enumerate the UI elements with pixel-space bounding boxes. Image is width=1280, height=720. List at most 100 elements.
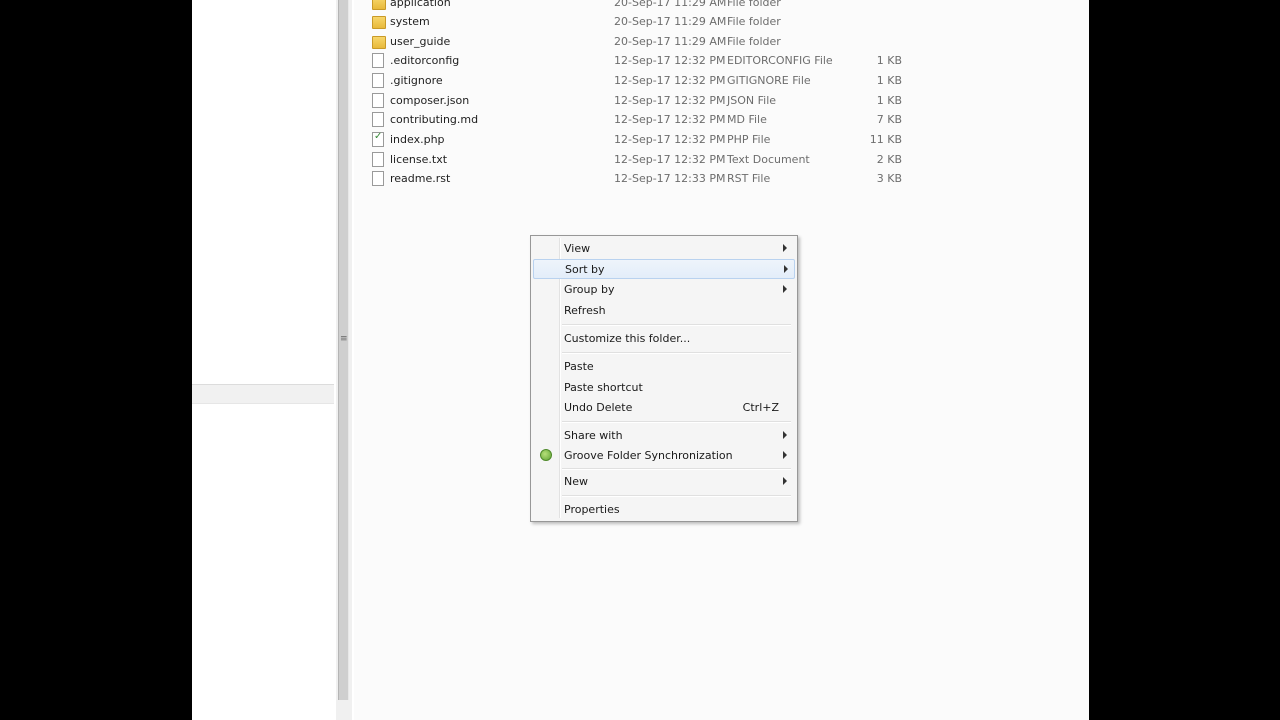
document-icon [372, 112, 384, 127]
file-date: 12-Sep-17 12:33 PM [614, 172, 726, 185]
file-date: 12-Sep-17 12:32 PM [614, 74, 726, 87]
file-name: readme.rst [390, 172, 451, 185]
file-size: 7 KB [876, 113, 902, 126]
file-name: application [390, 0, 451, 9]
file-row[interactable]: application 20-Sep-17 11:29 AM File fold… [354, 0, 1074, 12]
file-size: 1 KB [876, 94, 902, 107]
menu-item-properties[interactable]: Properties [533, 499, 793, 519]
file-date: 20-Sep-17 11:29 AM [614, 0, 727, 9]
file-row[interactable]: composer.json 12-Sep-17 12:32 PM JSON Fi… [354, 91, 1074, 110]
file-name: system [390, 15, 430, 28]
menu-item-label: Sort by [565, 263, 605, 276]
menu-separator [562, 421, 791, 423]
file-row[interactable]: readme.rst 12-Sep-17 12:33 PM RST File 3… [354, 169, 1074, 188]
file-row[interactable]: .gitignore 12-Sep-17 12:32 PM GITIGNORE … [354, 71, 1074, 90]
file-date: 12-Sep-17 12:32 PM [614, 54, 726, 67]
menu-item-view[interactable]: View [533, 238, 793, 258]
file-type: File folder [727, 15, 781, 28]
file-size: 1 KB [876, 54, 902, 67]
menu-item-label: Properties [564, 503, 620, 516]
menu-separator [562, 495, 791, 497]
navigation-pane-divider [192, 384, 334, 404]
file-row[interactable]: index.php 12-Sep-17 12:32 PM PHP File 11… [354, 130, 1074, 149]
submenu-arrow-icon [783, 431, 787, 439]
menu-item-label: New [564, 475, 588, 488]
menu-item-label: Refresh [564, 304, 606, 317]
menu-item-label: Undo Delete [564, 401, 633, 414]
file-row[interactable]: license.txt 12-Sep-17 12:32 PM Text Docu… [354, 150, 1074, 169]
pane-splitter[interactable]: ≡ [336, 0, 352, 720]
file-date: 12-Sep-17 12:32 PM [614, 133, 726, 146]
menu-item-new[interactable]: New [533, 471, 793, 491]
groove-sync-icon [540, 449, 552, 461]
document-icon [372, 53, 384, 68]
submenu-arrow-icon [783, 244, 787, 252]
file-name: index.php [390, 133, 445, 146]
menu-item-customize-folder[interactable]: Customize this folder... [533, 328, 793, 348]
php-file-icon [372, 131, 384, 147]
file-row[interactable]: .editorconfig 12-Sep-17 12:32 PM EDITORC… [354, 51, 1074, 70]
file-name: user_guide [390, 35, 451, 48]
screen: ≡ application 20-Sep-17 11:29 AM File fo… [0, 0, 1280, 720]
menu-item-paste-shortcut[interactable]: Paste shortcut [533, 377, 793, 397]
menu-item-refresh[interactable]: Refresh [533, 300, 793, 320]
file-size: 11 KB [869, 133, 902, 146]
menu-item-share-with[interactable]: Share with [533, 425, 793, 445]
file-name: license.txt [390, 153, 448, 166]
submenu-arrow-icon [783, 451, 787, 459]
menu-item-groove-sync[interactable]: Groove Folder Synchronization [533, 445, 793, 465]
menu-item-sort-by[interactable]: Sort by [533, 259, 795, 279]
file-type: Text Document [727, 153, 810, 166]
file-name: .gitignore [390, 74, 443, 87]
menu-item-label: Paste shortcut [564, 381, 643, 394]
folder-icon [372, 16, 386, 29]
file-row[interactable]: user_guide 20-Sep-17 11:29 AM File folde… [354, 32, 1074, 51]
folder-icon [372, 0, 386, 10]
file-type: GITIGNORE File [727, 74, 811, 87]
file-type: MD File [727, 113, 767, 126]
menu-item-label: Customize this folder... [564, 332, 691, 345]
menu-item-label: Group by [564, 283, 615, 296]
navigation-scrollbar[interactable] [338, 0, 349, 700]
file-type: PHP File [727, 133, 771, 146]
menu-item-label: Paste [564, 360, 594, 373]
menu-item-paste[interactable]: Paste [533, 356, 793, 376]
file-type: EDITORCONFIG File [727, 54, 833, 67]
submenu-arrow-icon [783, 477, 787, 485]
menu-item-undo-delete[interactable]: Undo Delete Ctrl+Z [533, 397, 793, 417]
file-type: File folder [727, 35, 781, 48]
file-size: 1 KB [876, 74, 902, 87]
file-name: .editorconfig [390, 54, 460, 67]
folder-icon [372, 36, 386, 49]
menu-item-label: View [564, 242, 591, 255]
file-date: 20-Sep-17 11:29 AM [614, 35, 727, 48]
document-icon [372, 171, 384, 186]
file-type: File folder [727, 0, 781, 9]
menu-item-label: Groove Folder Synchronization [564, 449, 733, 462]
menu-item-shortcut: Ctrl+Z [742, 401, 779, 414]
document-icon [372, 93, 384, 108]
file-date: 12-Sep-17 12:32 PM [614, 113, 726, 126]
file-date: 12-Sep-17 12:32 PM [614, 153, 726, 166]
file-size: 2 KB [876, 153, 902, 166]
file-date: 12-Sep-17 12:32 PM [614, 94, 726, 107]
file-type: JSON File [727, 94, 777, 107]
file-date: 20-Sep-17 11:29 AM [614, 15, 727, 28]
navigation-pane[interactable] [192, 0, 336, 720]
splitter-grip-icon[interactable]: ≡ [340, 334, 348, 344]
menu-item-group-by[interactable]: Group by [533, 279, 793, 299]
file-row[interactable]: contributing.md 12-Sep-17 12:32 PM MD Fi… [354, 110, 1074, 129]
menu-item-label: Share with [564, 429, 623, 442]
file-name: composer.json [390, 94, 470, 107]
document-icon [372, 152, 384, 167]
menu-separator [562, 352, 791, 354]
submenu-arrow-icon [784, 265, 788, 273]
document-icon [372, 73, 384, 88]
context-menu: View Sort by Group by Refresh Customize … [530, 235, 798, 522]
file-row[interactable]: system 20-Sep-17 11:29 AM File folder [354, 12, 1074, 31]
menu-separator [562, 324, 791, 326]
file-name: contributing.md [390, 113, 479, 126]
file-type: RST File [727, 172, 771, 185]
submenu-arrow-icon [783, 285, 787, 293]
file-size: 3 KB [876, 172, 902, 185]
